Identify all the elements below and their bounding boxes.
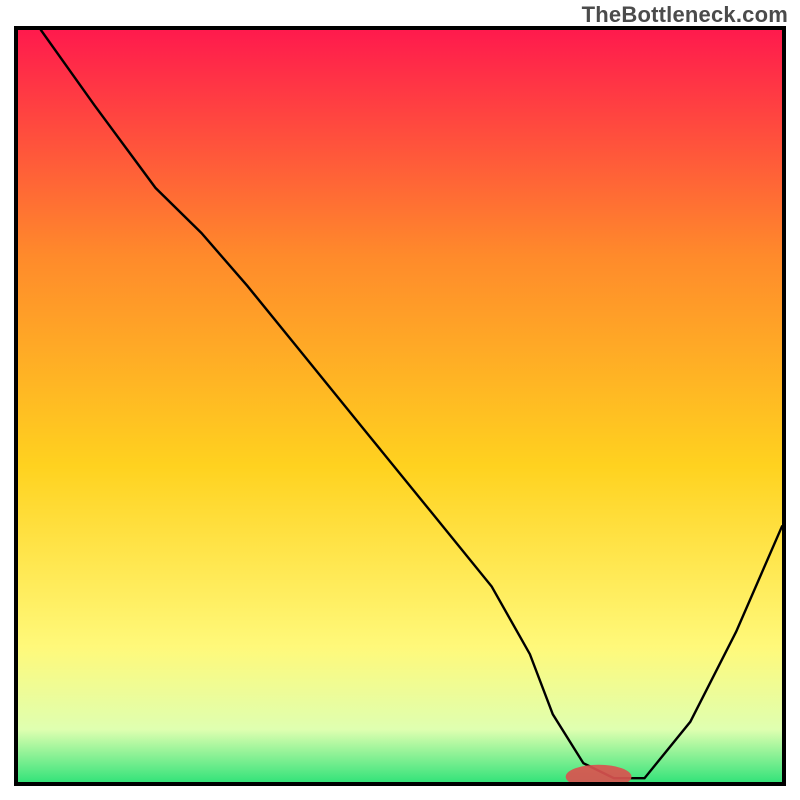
- plot-svg: [18, 30, 782, 782]
- watermark-text: TheBottleneck.com: [582, 2, 788, 28]
- plot-border: [14, 26, 786, 786]
- chart-frame: TheBottleneck.com: [0, 0, 800, 800]
- plot-area: [18, 30, 782, 782]
- gradient-background: [18, 30, 782, 782]
